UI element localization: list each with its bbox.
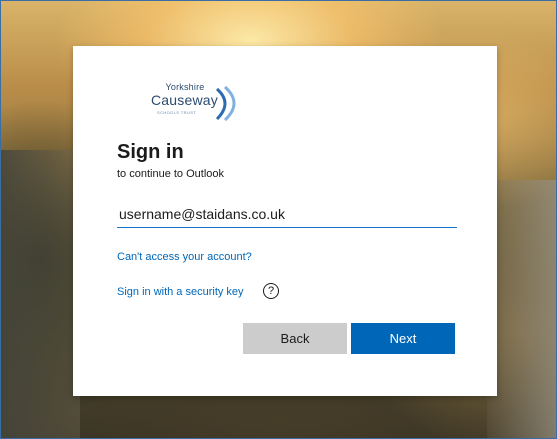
background-rocks-right <box>487 180 557 439</box>
help-question-icon[interactable]: ? <box>263 283 279 299</box>
page-title: Sign in <box>117 141 184 163</box>
page-subtitle: to continue to Outlook <box>117 168 225 180</box>
logo-main-text: Causeway <box>151 92 218 108</box>
next-button[interactable]: Next <box>351 323 455 354</box>
cant-access-account-link[interactable]: Can't access your account? <box>117 251 252 263</box>
back-button[interactable]: Back <box>243 323 347 354</box>
yorkshire-causeway-logo: Yorkshire Causeway SCHOOLS TRUST <box>145 82 245 124</box>
logo-arc-icon <box>215 85 236 121</box>
security-key-signin-link[interactable]: Sign in with a security key <box>117 286 244 298</box>
logo-sub-text: SCHOOLS TRUST <box>157 110 197 115</box>
signin-card: Yorkshire Causeway SCHOOLS TRUST Sign in… <box>73 46 497 396</box>
logo-top-text: Yorkshire <box>165 82 205 92</box>
email-field[interactable] <box>117 201 457 228</box>
background-rocks-left <box>0 150 80 439</box>
